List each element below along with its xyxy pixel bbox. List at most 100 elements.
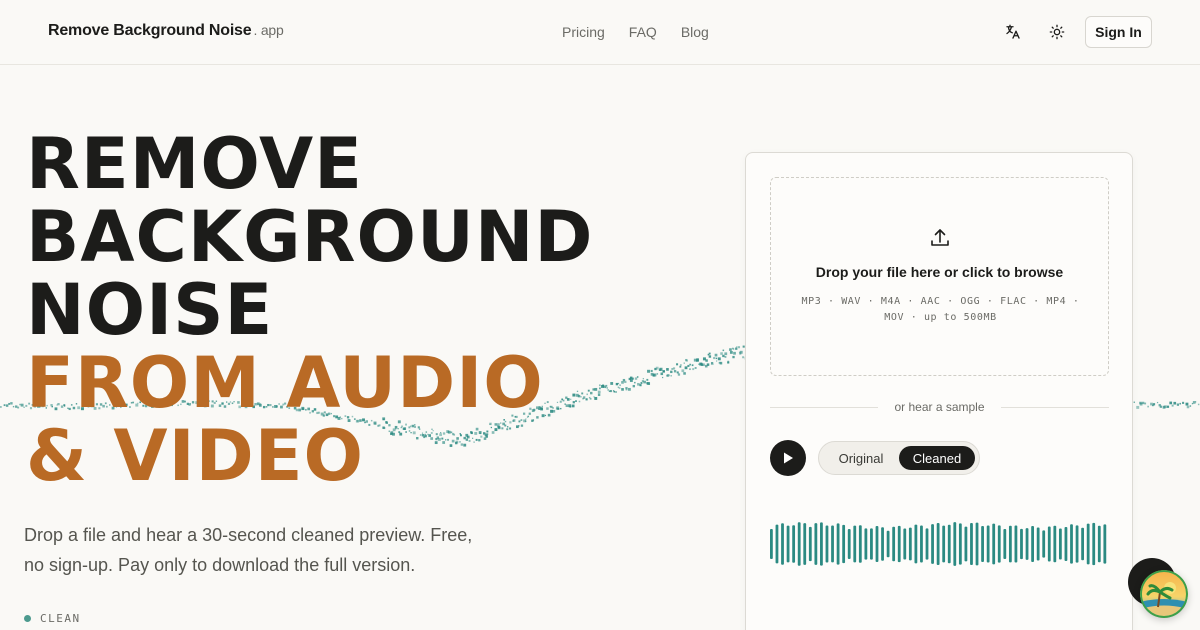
waveform-bar [970, 523, 973, 565]
brand-suffix: . app [253, 22, 284, 38]
nav-pricing[interactable]: Pricing [562, 24, 605, 40]
toggle-original[interactable]: Original [825, 446, 897, 470]
nav-blog[interactable]: Blog [681, 24, 709, 40]
waveform-bar [981, 525, 984, 563]
waveform-bar [1003, 528, 1007, 560]
noise-particle [1166, 405, 1170, 408]
play-sample-button[interactable] [770, 440, 806, 476]
waveform-bar [1097, 525, 1101, 563]
noise-particle [736, 346, 738, 348]
waveform-bar [964, 526, 968, 562]
brand-name: Remove Background Noise [48, 22, 252, 39]
status-indicator: CLEAN [24, 612, 81, 625]
waveform-bar [781, 523, 784, 565]
waveform-bar [842, 524, 846, 564]
avatar[interactable] [1140, 570, 1188, 618]
waveform-bar [925, 528, 929, 560]
noise-particle [735, 347, 738, 350]
noise-particle [15, 405, 18, 408]
waveform-bar [920, 525, 923, 563]
noise-particle [1186, 405, 1190, 409]
waveform-bar [1047, 526, 1051, 562]
main-nav: Pricing FAQ Blog [562, 24, 709, 40]
waveform-bar [1075, 525, 1079, 563]
noise-particle [742, 356, 745, 359]
waveform-bar [858, 525, 862, 563]
upload-icon [931, 229, 949, 246]
noise-particle [1177, 404, 1179, 406]
language-button[interactable] [1001, 20, 1025, 44]
waveform-bar [992, 523, 996, 565]
waveform-bar [931, 524, 934, 564]
waveform-bar [875, 525, 879, 563]
waveform-bar [814, 523, 818, 565]
waveform-bar [1081, 527, 1085, 561]
noise-particle [729, 348, 732, 351]
waveform-bar [886, 530, 890, 558]
noise-particle [729, 351, 733, 354]
waveform-bar [975, 522, 979, 566]
waveform-bar [836, 523, 840, 565]
audio-waveform [770, 522, 1107, 566]
waveform-bar [1053, 525, 1057, 563]
hero-title-line: REMOVE [26, 123, 363, 205]
waveform-bar [820, 522, 823, 566]
noise-particle [23, 406, 25, 408]
nav-faq[interactable]: FAQ [629, 24, 657, 40]
brand-logo[interactable]: Remove Background Noise. app [48, 22, 284, 40]
waveform-bar [847, 528, 851, 560]
waveform-bar [770, 529, 773, 559]
waveform-bar [953, 522, 957, 566]
noise-particle [10, 402, 13, 405]
noise-particle [1197, 403, 1200, 406]
waveform-bar [864, 528, 868, 560]
noise-particle [1195, 401, 1197, 403]
sample-divider: or hear a sample [770, 397, 1109, 419]
sign-in-button[interactable]: Sign In [1085, 16, 1152, 48]
noise-particle [3, 404, 6, 407]
waveform-bar [908, 527, 912, 561]
waveform-bar [1025, 528, 1029, 560]
waveform-bar [775, 524, 779, 564]
noise-particle [1147, 405, 1149, 408]
waveform-bar [936, 523, 940, 565]
noise-particle [1133, 401, 1135, 403]
original-cleaned-toggle: Original Cleaned [818, 441, 980, 475]
noise-particle [1173, 401, 1177, 405]
waveform-bar [808, 526, 812, 562]
noise-particle [17, 406, 20, 409]
noise-particle [5, 404, 9, 407]
waveform-bar [1103, 524, 1107, 564]
noise-particle [727, 360, 730, 363]
waveform-bar [1008, 525, 1012, 563]
theme-toggle-button[interactable] [1045, 20, 1069, 44]
waveform-bar [1086, 523, 1090, 565]
waveform-bar [958, 523, 962, 565]
waveform-bar [1014, 525, 1018, 563]
hero-title: REMOVE BACKGROUND NOISE FROM AUDIO & VID… [26, 128, 726, 493]
noise-particle [1159, 405, 1162, 408]
noise-particle [732, 348, 735, 350]
waveform-bar [1036, 527, 1040, 561]
hero-title-line: NOISE [26, 269, 274, 351]
noise-particle [19, 403, 21, 406]
waveform-bar [1092, 522, 1096, 566]
waveform-bar [870, 528, 873, 560]
hero-title-line: BACKGROUND [26, 196, 594, 278]
noise-particle [1179, 402, 1181, 405]
play-icon [784, 452, 793, 464]
waveform-bar [825, 525, 829, 563]
noise-particle [737, 346, 741, 349]
file-dropzone[interactable]: Drop your file here or click to browse M… [770, 177, 1109, 376]
waveform-bar [1064, 527, 1068, 561]
toggle-cleaned[interactable]: Cleaned [899, 446, 975, 470]
translate-icon [1006, 24, 1020, 39]
waveform-bar [897, 525, 901, 563]
waveform-bar [803, 523, 807, 565]
upload-card: Drop your file here or click to browse M… [745, 152, 1133, 630]
waveform-bar [831, 525, 834, 563]
noise-particle [1169, 401, 1173, 405]
waveform-bar [914, 524, 918, 564]
waveform-bar [786, 525, 790, 563]
waveform-bar [997, 525, 1001, 563]
